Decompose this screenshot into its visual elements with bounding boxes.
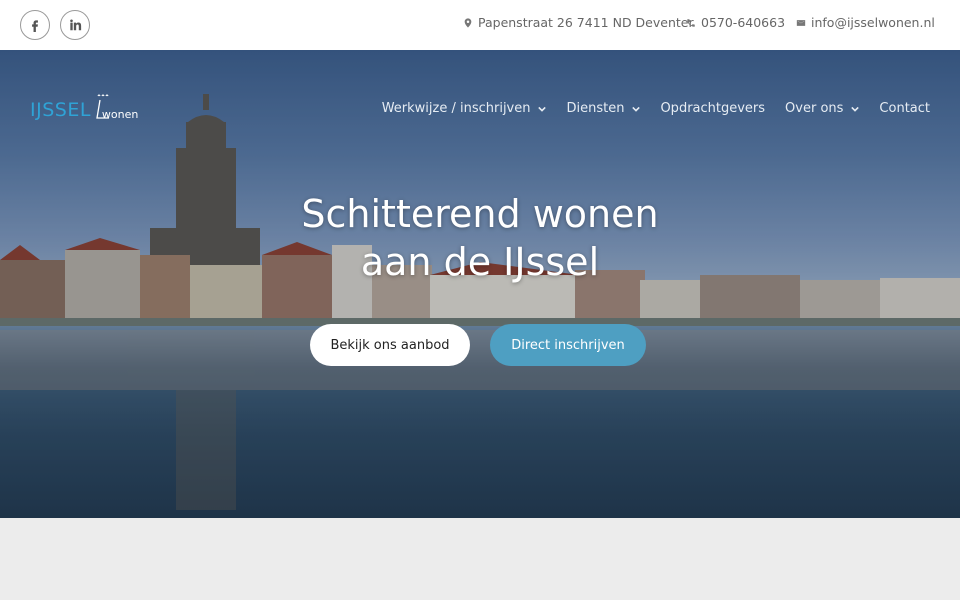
phone-link[interactable]: 0570-640663 (686, 15, 785, 30)
phone-text: 0570-640663 (701, 15, 786, 30)
hero-headline: Schitterend wonen aan de IJssel (0, 190, 960, 286)
linkedin-icon (70, 19, 82, 31)
logo-wonen-text: wonen (101, 108, 139, 121)
content-area (0, 518, 960, 600)
chevron-down-icon (538, 106, 547, 112)
envelope-icon (796, 19, 806, 26)
view-offer-button[interactable]: Bekijk ons aanbod (310, 324, 470, 366)
nav-item-label: Over ons (785, 101, 844, 116)
nav-item-contact[interactable]: Contact (879, 101, 930, 116)
nav-item-over-ons[interactable]: Over ons (785, 101, 860, 116)
logo-mark: wonen (95, 94, 138, 120)
logo-ijssel-text: IJSSEL (30, 99, 91, 121)
nav-item-label: Contact (879, 101, 930, 116)
facebook-link[interactable] (20, 10, 50, 40)
chevron-down-icon (851, 106, 860, 112)
hero-section: IJSSEL wonen Werkwijze / inschrijven Die… (0, 50, 960, 518)
nav-item-werkwijze[interactable]: Werkwijze / inschrijven (382, 101, 547, 116)
chevron-down-icon (632, 106, 641, 112)
hero-headline-line1: Schitterend wonen (301, 192, 659, 236)
phone-icon (687, 18, 695, 27)
linkedin-link[interactable] (60, 10, 90, 40)
nav-item-label: Diensten (566, 101, 625, 116)
nav-item-label: Opdrachtgevers (660, 101, 766, 116)
email-link[interactable]: info@ijsselwonen.nl (796, 15, 935, 30)
nav-item-diensten[interactable]: Diensten (566, 101, 641, 116)
nav-item-label: Werkwijze / inschrijven (381, 101, 531, 116)
hero-headline-line2: aan de IJssel (360, 240, 600, 284)
facebook-icon (32, 20, 38, 32)
main-nav: Werkwijze / inschrijven Diensten Opdrach… (382, 101, 930, 116)
map-pin-icon (464, 17, 472, 28)
nav-item-opdrachtgevers[interactable]: Opdrachtgevers (660, 101, 765, 116)
top-bar: Papenstraat 26 7411 ND Deventer 0570-640… (0, 0, 960, 50)
email-text: info@ijsselwonen.nl (811, 15, 935, 30)
address-text: Papenstraat 26 7411 ND Deventer (478, 15, 694, 30)
register-now-button[interactable]: Direct inschrijven (490, 324, 646, 366)
address-info: Papenstraat 26 7411 ND Deventer (463, 15, 694, 30)
site-logo[interactable]: IJSSEL wonen (30, 94, 138, 121)
